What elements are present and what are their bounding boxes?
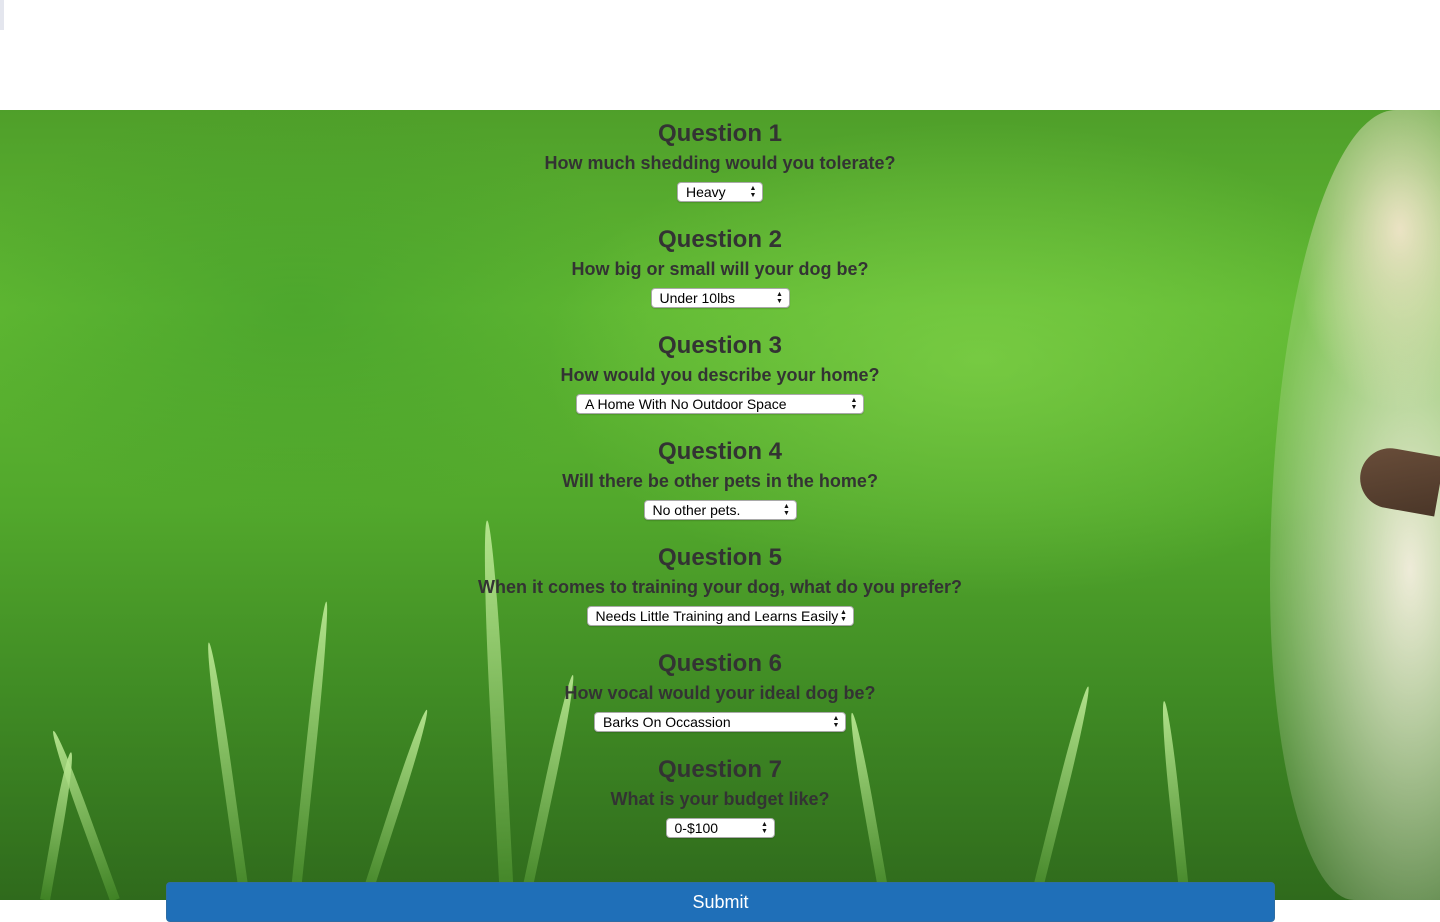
question-text: How vocal would your ideal dog be? — [564, 683, 876, 703]
question-title: Question 2 — [657, 226, 783, 253]
question-title: Question 4 — [657, 438, 783, 465]
updown-arrows-icon: ▲ ▼ — [850, 397, 858, 411]
select-value: No other pets. — [652, 502, 741, 518]
updown-arrows-icon: ▲ ▼ — [832, 715, 840, 729]
question-text: How big or small will your dog be? — [571, 259, 869, 279]
question-title: Question 7 — [657, 756, 783, 783]
question-title: Question 6 — [657, 650, 783, 677]
updown-arrows-icon: ▲ ▼ — [776, 291, 783, 305]
size-select[interactable]: Under 10lbs ▲ ▼ — [650, 288, 790, 308]
question-text: How much shedding would you tolerate? — [544, 153, 896, 173]
question-text: When it comes to training your dog, what… — [477, 577, 962, 597]
other-pets-select[interactable]: No other pets. ▲ ▼ — [643, 500, 797, 520]
updown-arrows-icon: ▲ ▼ — [783, 503, 790, 517]
home-select[interactable]: A Home With No Outdoor Space ▲ ▼ — [576, 394, 864, 414]
select-value: Under 10lbs — [659, 290, 736, 306]
question-title: Question 5 — [657, 544, 783, 571]
question-4: Question 4 Will there be other pets in t… — [0, 428, 1440, 534]
question-title: Question 1 — [657, 120, 783, 147]
select-value: Needs Little Training and Learns Easily — [595, 608, 839, 624]
question-text: How would you describe your home? — [560, 365, 880, 385]
questionnaire: Question 1 How much shedding would you t… — [0, 110, 1440, 852]
select-value: A Home With No Outdoor Space — [585, 396, 787, 412]
top-header-bar — [0, 0, 1440, 110]
vocal-select[interactable]: Barks On Occassion ▲ ▼ — [594, 712, 846, 732]
question-7: Question 7 What is your budget like? 0-$… — [0, 746, 1440, 852]
select-value: Barks On Occassion — [603, 714, 731, 730]
question-text: Will there be other pets in the home? — [562, 471, 878, 491]
budget-select[interactable]: 0-$100 ▲ ▼ — [665, 818, 775, 838]
question-1: Question 1 How much shedding would you t… — [0, 110, 1440, 216]
training-select[interactable]: Needs Little Training and Learns Easily … — [586, 606, 854, 626]
updown-arrows-icon: ▲ ▼ — [749, 185, 757, 199]
edge-marker — [0, 0, 4, 30]
updown-arrows-icon: ▲ ▼ — [761, 821, 768, 835]
select-value: Heavy — [686, 184, 726, 200]
question-text: What is your budget like? — [610, 789, 830, 809]
question-5: Question 5 When it comes to training you… — [0, 534, 1440, 640]
question-6: Question 6 How vocal would your ideal do… — [0, 640, 1440, 746]
question-2: Question 2 How big or small will your do… — [0, 216, 1440, 322]
updown-arrows-icon: ▲ ▼ — [840, 609, 847, 623]
shedding-select[interactable]: Heavy ▲ ▼ — [677, 182, 763, 202]
question-title: Question 3 — [657, 332, 783, 359]
submit-button[interactable]: Submit — [166, 882, 1275, 922]
question-3: Question 3 How would you describe your h… — [0, 322, 1440, 428]
select-value: 0-$100 — [674, 820, 719, 836]
